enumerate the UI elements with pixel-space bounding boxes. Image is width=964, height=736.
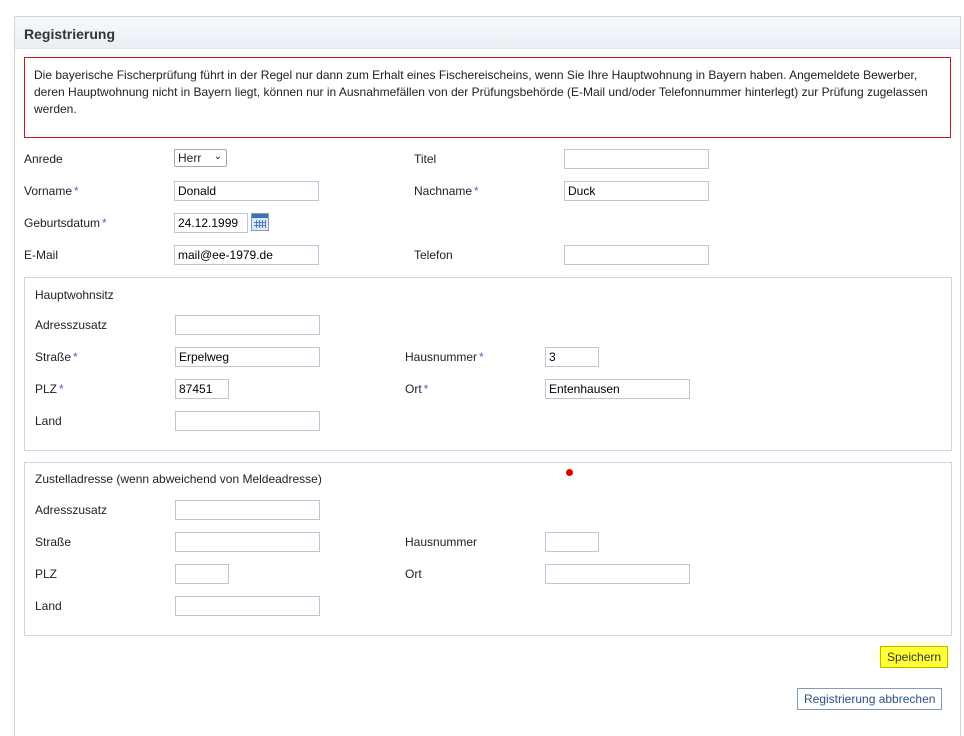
za-land-label: Land — [35, 599, 62, 613]
geburtsdatum-input[interactable] — [174, 213, 248, 233]
telefon-label: Telefon — [414, 248, 453, 262]
geburtsdatum-label: Geburtsdatum * — [24, 216, 107, 230]
anrede-select[interactable]: Herr ⌄ — [174, 149, 227, 167]
telefon-input[interactable] — [564, 245, 709, 265]
zustelladresse-fieldset — [24, 462, 952, 636]
za-strasse-input[interactable] — [175, 532, 320, 552]
titel-input[interactable] — [564, 149, 709, 169]
required-marker: * — [59, 382, 64, 396]
hw-land-input[interactable] — [175, 411, 320, 431]
required-marker: * — [474, 184, 479, 198]
nachname-label: Nachname * — [414, 184, 479, 198]
za-hausnummer-label: Hausnummer — [405, 535, 478, 549]
cancel-registration-button[interactable]: Registrierung abbrechen — [797, 688, 943, 710]
hw-ort-input[interactable] — [545, 379, 690, 399]
za-land-input[interactable] — [175, 596, 320, 616]
hw-strasse-label: Straße * — [35, 350, 78, 364]
hw-adresszusatz-input[interactable] — [175, 315, 320, 335]
hauptwohnsitz-legend: Hauptwohnsitz — [35, 288, 114, 302]
za-strasse-label: Straße — [35, 535, 72, 549]
za-ort-input[interactable] — [545, 564, 690, 584]
email-label: E-Mail — [24, 248, 59, 262]
nachname-input[interactable] — [564, 181, 709, 201]
required-marker: * — [74, 184, 79, 198]
za-hausnummer-input[interactable] — [545, 532, 599, 552]
anrede-selected-value: Herr — [178, 151, 202, 165]
page-title: Registrierung — [15, 17, 960, 49]
hauptwohnsitz-fieldset — [24, 277, 952, 451]
titel-label: Titel — [414, 152, 437, 166]
annotation-dot — [566, 469, 573, 476]
anrede-label: Anrede — [24, 152, 63, 166]
hw-plz-input[interactable] — [175, 379, 229, 399]
hw-plz-label: PLZ * — [35, 382, 64, 396]
za-ort-label: Ort — [405, 567, 422, 581]
hw-hausnummer-label: Hausnummer * — [405, 350, 484, 364]
hw-hausnummer-input[interactable] — [545, 347, 599, 367]
hw-adresszusatz-label: Adresszusatz — [35, 318, 108, 332]
za-plz-label: PLZ — [35, 567, 58, 581]
zustelladresse-legend: Zustelladresse (wenn abweichend von Meld… — [35, 472, 322, 486]
required-marker: * — [423, 382, 429, 396]
vorname-label: Vorname * — [24, 184, 79, 198]
za-adresszusatz-input[interactable] — [175, 500, 320, 520]
save-button[interactable]: Speichern — [880, 646, 949, 668]
required-marker: * — [73, 350, 78, 364]
calendar-icon[interactable] — [251, 213, 269, 231]
za-plz-input[interactable] — [175, 564, 229, 584]
za-adresszusatz-label: Adresszusatz — [35, 503, 108, 517]
residence-notice: Die bayerische Fischerprüfung führt in d… — [24, 57, 951, 138]
hw-land-label: Land — [35, 414, 62, 428]
hw-strasse-input[interactable] — [175, 347, 320, 367]
email-input[interactable] — [174, 245, 319, 265]
vorname-input[interactable] — [174, 181, 319, 201]
required-marker: * — [479, 350, 484, 364]
hw-ort-label: Ort * — [405, 382, 429, 396]
required-marker: * — [102, 216, 107, 230]
chevron-down-icon: ⌄ — [213, 151, 222, 162]
